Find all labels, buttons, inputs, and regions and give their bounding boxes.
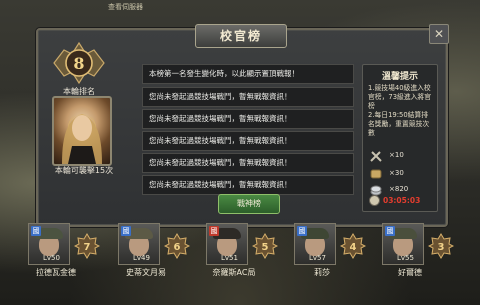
nation-flag-icon: 國 <box>297 226 307 236</box>
battle-news-list: 本榜第一名發生變化時，以此顯示置頂戰報！ 您尚未發起過競技場戰鬥，暫無戰報資訊！… <box>142 64 354 197</box>
nation-flag-icon: 國 <box>31 226 41 236</box>
opponent-name: 史蒂文月易 <box>126 268 166 277</box>
nation-flag-icon: 國 <box>385 226 395 236</box>
avatar[interactable]: 國 Lv55 <box>382 223 424 265</box>
avatar[interactable]: 國 Lv50 <box>28 223 70 265</box>
news-item: 您尚未發起過競技場戰鬥，暫無戰報資訊！ <box>142 131 354 151</box>
rank-badge-number: 3 <box>438 242 445 253</box>
close-button[interactable]: ✕ <box>429 24 449 44</box>
server-hint[interactable]: 查看伺服器 <box>108 2 143 12</box>
reward-item: ×30 <box>369 167 431 181</box>
rank-badge-number: 6 <box>174 242 181 253</box>
news-item: 您尚未發起過競技場戰鬥，暫無戰報資訊！ <box>142 109 354 129</box>
god-ranking-button[interactable]: 戰神榜 <box>218 194 280 214</box>
challenge-count-text: 本輪可襲擊15次 <box>54 166 114 175</box>
opponent-name: 莉莎 <box>314 268 330 277</box>
opponent-card[interactable]: 國 Lv50 7 拉德瓦金德 <box>28 223 112 285</box>
opponent-card[interactable]: 國 Lv57 4 莉莎 <box>294 223 378 285</box>
rank-badge-icon: 3 <box>428 233 454 259</box>
nation-flag-icon: 國 <box>121 226 131 236</box>
rank-badge-number: 7 <box>84 242 91 253</box>
opponent-list: 國 Lv50 7 拉德瓦金德 國 Lv49 6 史蒂文月易 國 Lv51 5 奈… <box>28 223 468 285</box>
avatar[interactable]: 國 Lv49 <box>118 223 160 265</box>
tips-text: 1.競技場40級進入校官榜，73級進入將官榜 2.每日19:50結算排名獎勵，重… <box>368 84 432 137</box>
news-item: 您尚未發起過競技場戰鬥，暫無戰報資訊！ <box>142 153 354 173</box>
opponent-name: 拉德瓦金德 <box>36 268 76 277</box>
tips-title: 溫馨提示 <box>381 72 418 82</box>
rank-number: 8 <box>73 54 84 73</box>
clock-icon <box>369 195 380 206</box>
opponent-card[interactable]: 國 Lv55 3 好爾德 <box>382 223 466 285</box>
rank-badge-icon: 6 <box>164 233 190 259</box>
nation-flag-icon: 國 <box>209 226 219 236</box>
scroll-icon <box>370 169 382 179</box>
reward-item: ×10 <box>369 149 431 163</box>
opponent-card[interactable]: 國 Lv51 5 奈羅斯AC局 <box>206 223 290 285</box>
news-item: 您尚未發起過競技場戰鬥，暫無戰報資訊！ <box>142 175 354 195</box>
opponent-name: 好爾德 <box>398 268 422 277</box>
swords-icon <box>370 151 382 162</box>
opponent-name: 奈羅斯AC局 <box>212 268 256 277</box>
panel-title: 校官榜 <box>195 24 287 48</box>
avatar[interactable]: 國 Lv57 <box>294 223 336 265</box>
refresh-timer: 03:05:03 <box>369 195 420 206</box>
rank-badge-number: 5 <box>262 242 269 253</box>
rank-badge-icon: 5 <box>252 233 278 259</box>
avatar[interactable]: 國 Lv51 <box>206 223 248 265</box>
news-item-top: 本榜第一名發生變化時，以此顯示置頂戰報！ <box>142 64 354 84</box>
rank-badge-number: 4 <box>350 242 357 253</box>
rank-emblem-icon: 8 <box>53 41 105 85</box>
player-portrait <box>52 96 112 166</box>
news-item: 您尚未發起過競技場戰鬥，暫無戰報資訊！ <box>142 87 354 107</box>
opponent-card[interactable]: 國 Lv49 6 史蒂文月易 <box>118 223 202 285</box>
tips-panel: 溫馨提示 1.競技場40級進入校官榜，73級進入將官榜 2.每日19:50結算排… <box>362 64 438 212</box>
rank-badge-icon: 4 <box>340 233 366 259</box>
rank-badge-icon: 7 <box>74 233 100 259</box>
